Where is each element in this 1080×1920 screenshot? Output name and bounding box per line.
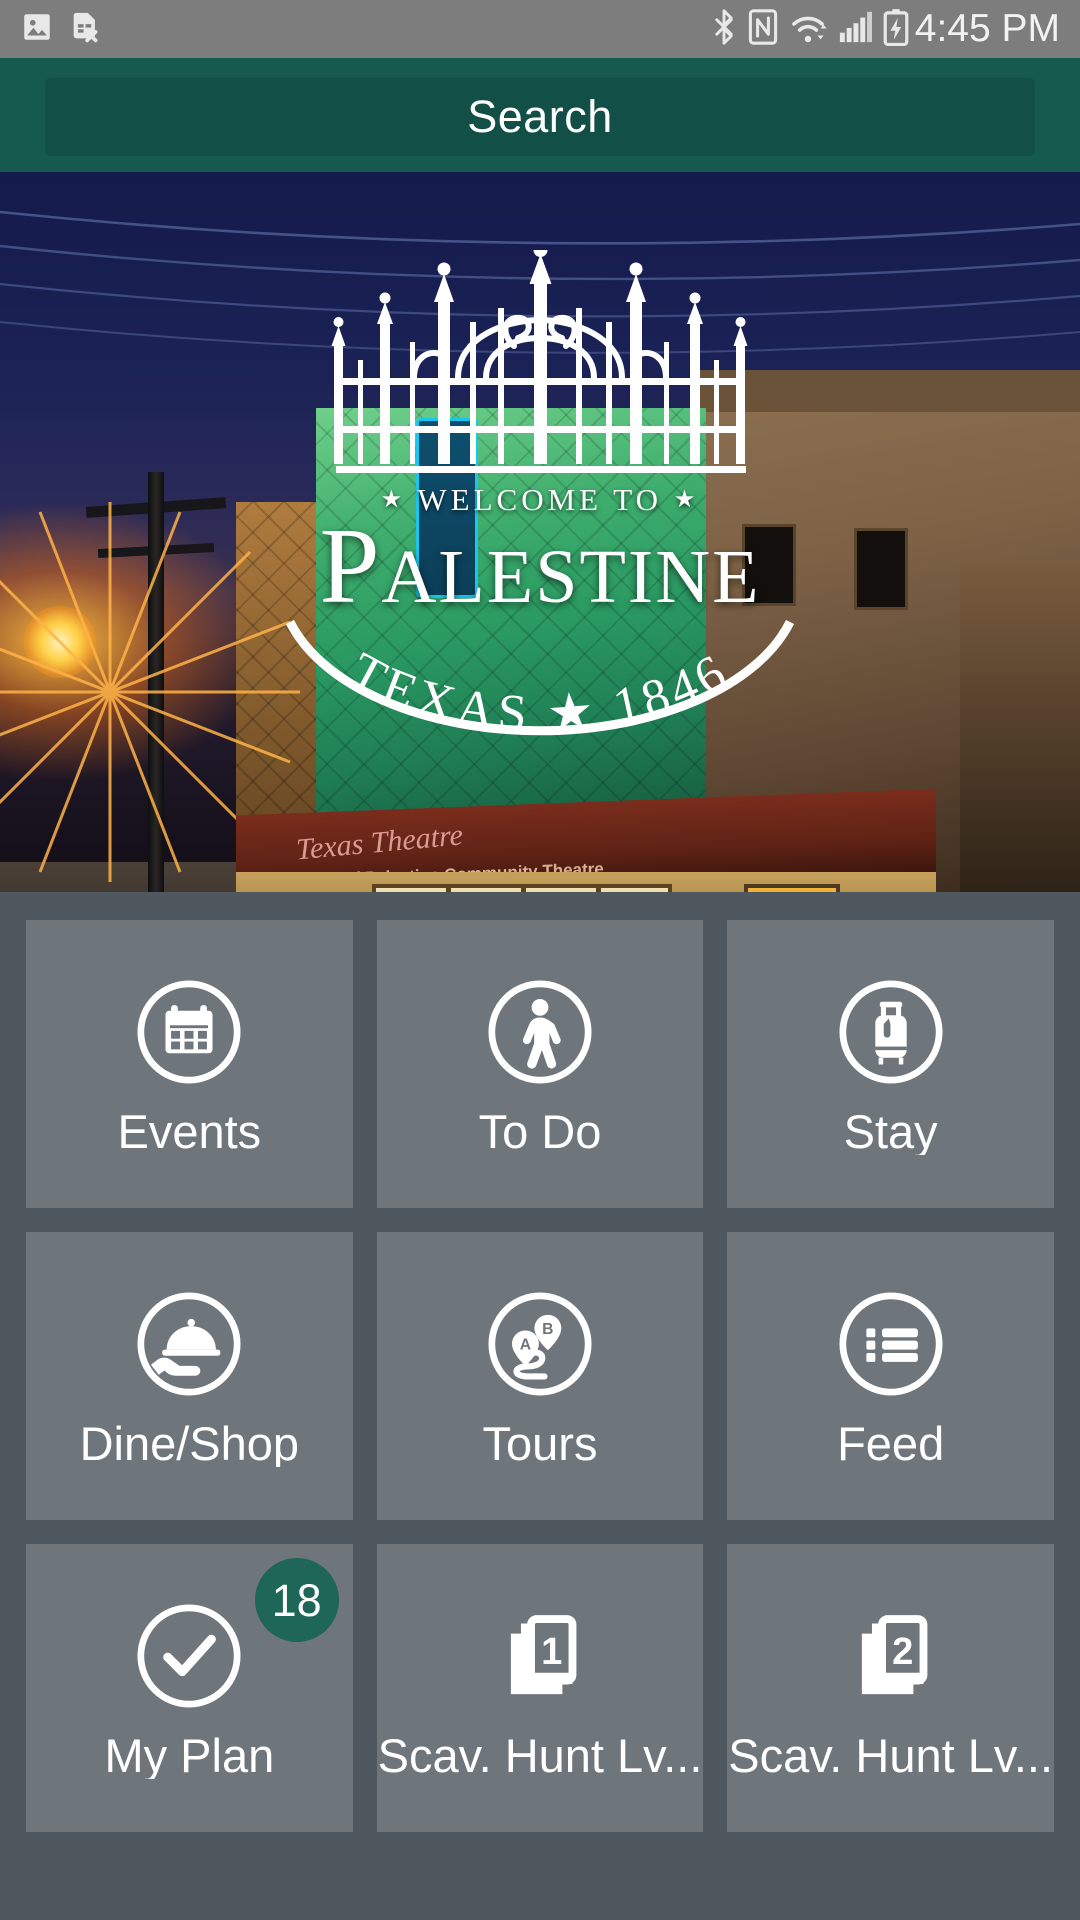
- image-icon: [20, 10, 54, 49]
- luggage-icon: [835, 974, 947, 1090]
- route-pins-icon: B A: [484, 1286, 596, 1402]
- tile-tours[interactable]: B A Tours: [376, 1232, 704, 1520]
- tile-scavenger-hunt-level-1[interactable]: 1 Scav. Hunt Lv...: [376, 1544, 704, 1832]
- tile-label: Events: [117, 1107, 262, 1155]
- building-window: [742, 524, 796, 606]
- app-screen: 4:45 PM Search Texas Theatre ★ WELCOME T…: [0, 0, 1080, 1920]
- tile-label: Scav. Hunt Lv...: [728, 1731, 1054, 1779]
- room-service-icon: [133, 1286, 245, 1402]
- status-bar-right-icons: [711, 8, 909, 51]
- bluetooth-icon: [711, 8, 737, 50]
- status-badge: 18: [254, 1558, 339, 1642]
- tile-to-do[interactable]: To Do: [376, 920, 704, 1208]
- cards-stack-1-icon: 1: [484, 1598, 596, 1714]
- status-bar-clock: 4:45 PM: [914, 7, 1060, 50]
- svg-text:1: 1: [541, 1630, 562, 1672]
- brick-building-cornice: [690, 370, 1080, 412]
- tile-label: Dine/Shop: [79, 1419, 300, 1467]
- cellular-signal-icon: [838, 9, 872, 50]
- svg-text:B: B: [542, 1320, 553, 1337]
- tile-label: Tours: [482, 1419, 598, 1467]
- search-input[interactable]: Search: [45, 78, 1035, 156]
- tile-my-plan[interactable]: My Plan 18: [26, 1544, 353, 1832]
- svg-text:2: 2: [892, 1630, 913, 1672]
- search-header: Search: [0, 58, 1080, 172]
- building-window: [854, 528, 908, 610]
- home-tile-grid: Events To Do Stay Dine/Shop B A Tours Fe…: [0, 920, 1080, 1832]
- search-placeholder-label: Search: [467, 91, 613, 142]
- check-circle-icon: [133, 1598, 245, 1714]
- battery-charging-icon: [883, 8, 909, 51]
- calendar-icon: [133, 974, 245, 1090]
- hero-banner[interactable]: Texas Theatre Home of Palestine Communit…: [0, 172, 1080, 892]
- cards-stack-2-icon: 2: [835, 1598, 947, 1714]
- walking-person-icon: [484, 974, 596, 1090]
- wifi-icon: [789, 9, 827, 50]
- svg-text:A: A: [520, 1336, 531, 1353]
- theatre-blade-sign: [416, 418, 478, 598]
- theatre-facade-green: [316, 408, 706, 828]
- nfc-icon: [748, 8, 778, 50]
- tile-label: Scav. Hunt Lv...: [377, 1731, 703, 1779]
- tile-stay[interactable]: Stay: [727, 920, 1054, 1208]
- marquee-title: Texas Theatre: [295, 818, 464, 867]
- status-bar-left-icons: [20, 10, 102, 49]
- tile-label: My Plan: [104, 1731, 275, 1779]
- tile-feed[interactable]: Feed: [727, 1232, 1054, 1520]
- tile-scavenger-hunt-level-2[interactable]: 2 Scav. Hunt Lv...: [727, 1544, 1054, 1832]
- theatre-entrance-doors: [372, 884, 672, 892]
- list-icon: [835, 1286, 947, 1402]
- tile-label: To Do: [478, 1107, 602, 1155]
- tile-dine-shop[interactable]: Dine/Shop: [26, 1232, 353, 1520]
- brick-building-far-right: [960, 560, 1080, 892]
- status-bar: 4:45 PM: [0, 0, 1080, 58]
- sim-card-error-icon: [68, 10, 102, 49]
- tile-label: Stay: [843, 1107, 938, 1155]
- tile-label: Feed: [837, 1419, 945, 1467]
- tile-events[interactable]: Events: [26, 920, 353, 1208]
- theatre-poster: [744, 884, 840, 892]
